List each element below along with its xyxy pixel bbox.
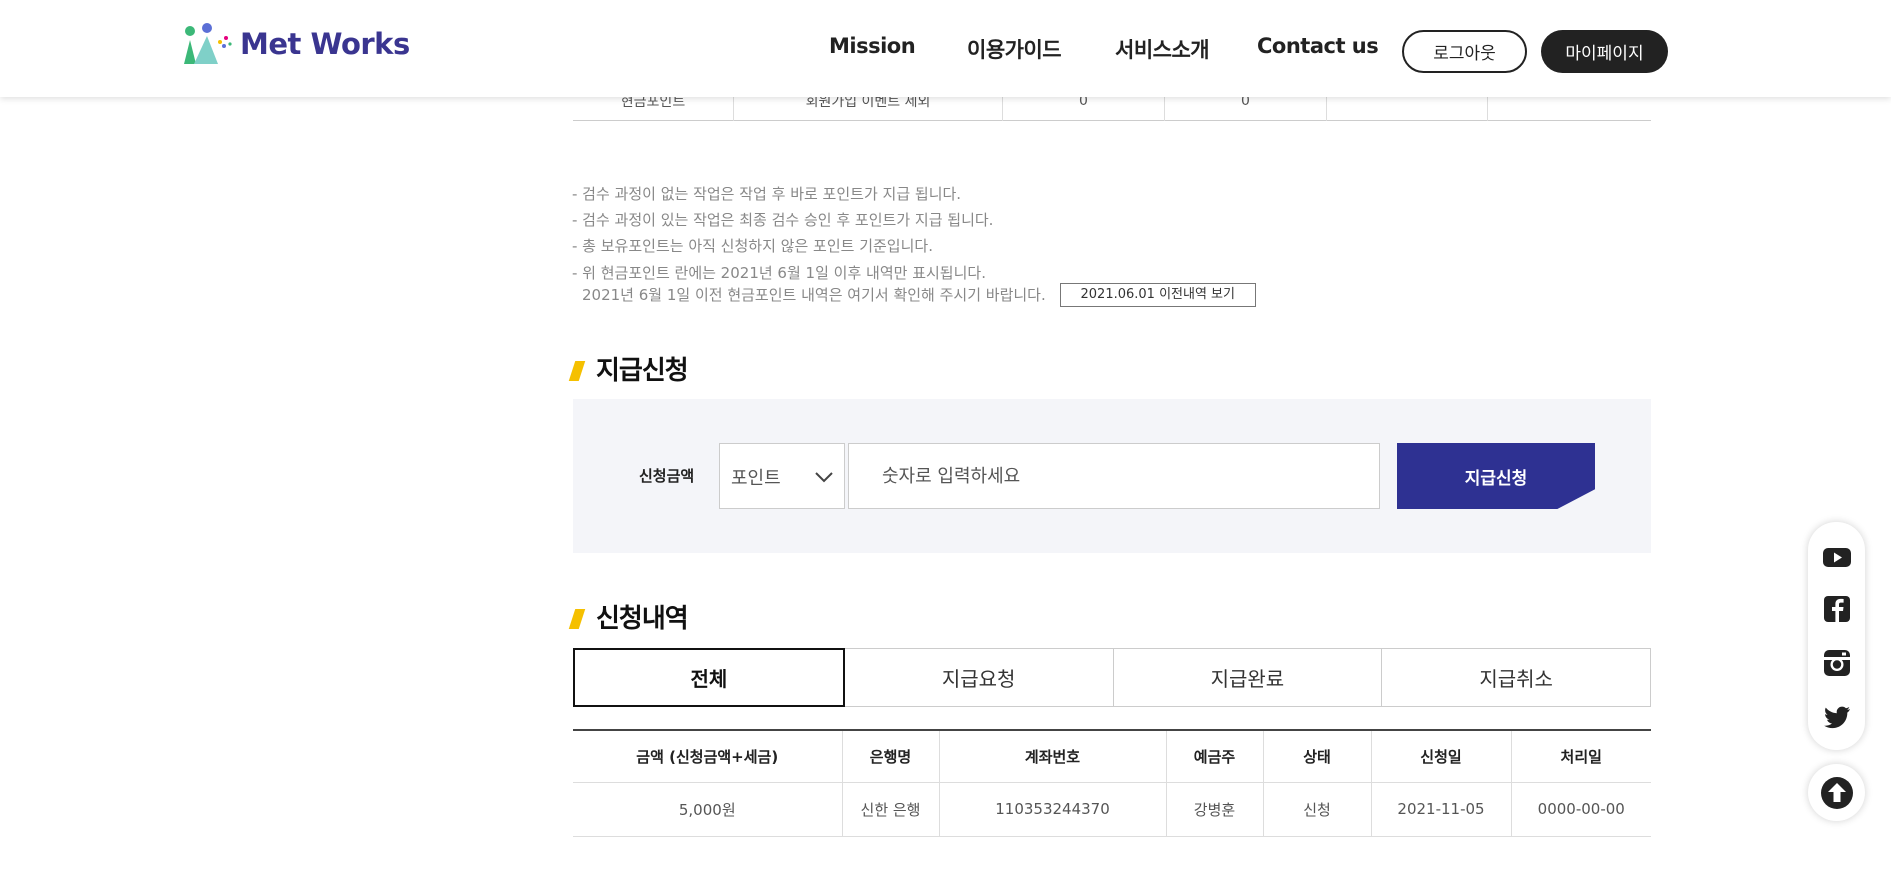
table-cell: 110353244370 (938, 782, 1166, 837)
nav-guide[interactable]: 이용가이드 (967, 34, 1062, 64)
amount-input[interactable] (848, 443, 1380, 509)
column-header: 금액 (신청금액+세금) (573, 729, 842, 783)
tab-requested[interactable]: 지급요청 (844, 648, 1114, 707)
history-title-text: 신청내역 (596, 604, 689, 634)
nav-mission[interactable]: Mission (829, 34, 916, 58)
history-section-title: 신청내역 (568, 598, 689, 635)
table-header-row: 금액 (신청금액+세금) 은행명 계좌번호 예금주 상태 신청일 처리일 (573, 729, 1651, 783)
request-submit-button[interactable]: 지급신청 (1397, 443, 1595, 509)
notice-line: - 검수 과정이 없는 작업은 작업 후 바로 포인트가 지급 됩니다. (572, 185, 962, 203)
history-tabs: 전체 지급요청 지급완료 지급취소 (573, 648, 1651, 707)
table-cell: 신한 은행 (841, 782, 939, 837)
twitter-icon[interactable] (1822, 702, 1852, 732)
logout-button[interactable]: 로그아웃 (1402, 30, 1527, 73)
point-type-value: 포인트 (731, 468, 781, 489)
notice-line: 2021년 6월 1일 이전 현금포인트 내역은 여기서 확인해 주시기 바랍니… (582, 286, 1046, 304)
table-cell: 0000-00-00 (1510, 782, 1651, 837)
notice-line: - 총 보유포인트는 아직 신청하지 않은 포인트 기준입니다. (572, 237, 933, 255)
tab-cancelled[interactable]: 지급취소 (1382, 648, 1651, 707)
column-header: 상태 (1262, 729, 1371, 783)
column-header: 계좌번호 (938, 729, 1166, 783)
column-header: 은행명 (841, 729, 939, 783)
amount-label: 신청금액 (639, 467, 695, 485)
social-links-bar (1808, 522, 1865, 750)
title-accent-mark (568, 360, 586, 381)
history-table: 금액 (신청금액+세금) 은행명 계좌번호 예금주 상태 신청일 처리일 5,0… (573, 729, 1651, 837)
table-cell: 2021-11-05 (1370, 782, 1511, 837)
facebook-icon[interactable] (1822, 594, 1852, 624)
nav-service[interactable]: 서비스소개 (1115, 34, 1210, 64)
notice-line: - 위 현금포인트 란에는 2021년 6월 1일 이후 내역만 표시됩니다. (572, 264, 986, 282)
arrow-up-icon (1820, 776, 1853, 809)
scroll-to-top-button[interactable] (1808, 764, 1865, 821)
point-type-select[interactable]: 포인트 (719, 443, 845, 509)
request-section-title: 지급신청 (568, 350, 689, 387)
request-title-text: 지급신청 (596, 356, 689, 386)
title-accent-mark (568, 608, 586, 629)
table-row: 5,000원 신한 은행 110353244370 강병훈 신청 2021-11… (573, 782, 1651, 837)
site-header: Met Works Mission 이용가이드 서비스소개 Contact us… (0, 0, 1891, 97)
table-cell: 신청 (1262, 782, 1371, 837)
notice-list: - 검수 과정이 없는 작업은 작업 후 바로 포인트가 지급 됩니다. - 검… (572, 181, 1256, 307)
column-header: 예금주 (1165, 729, 1263, 783)
column-header: 처리일 (1510, 729, 1651, 783)
notice-line: - 검수 과정이 있는 작업은 최종 검수 승인 후 포인트가 지급 됩니다. (572, 211, 994, 229)
old-history-button[interactable]: 2021.06.01 이전내역 보기 (1059, 283, 1256, 307)
column-header: 신청일 (1370, 729, 1511, 783)
notice-line-with-button: 2021년 6월 1일 이전 현금포인트 내역은 여기서 확인해 주시기 바랍니… (572, 283, 1256, 307)
chevron-down-icon (815, 472, 833, 483)
mypage-button[interactable]: 마이페이지 (1541, 30, 1668, 73)
tab-all[interactable]: 전체 (573, 648, 845, 707)
request-form: 신청금액 포인트 지급신청 (573, 399, 1651, 553)
instagram-icon[interactable] (1822, 648, 1852, 678)
nav-contact[interactable]: Contact us (1257, 34, 1379, 58)
table-cell: 강병훈 (1165, 782, 1263, 837)
tab-completed[interactable]: 지급완료 (1113, 648, 1383, 707)
table-cell: 5,000원 (573, 782, 842, 837)
youtube-icon[interactable] (1822, 542, 1852, 572)
